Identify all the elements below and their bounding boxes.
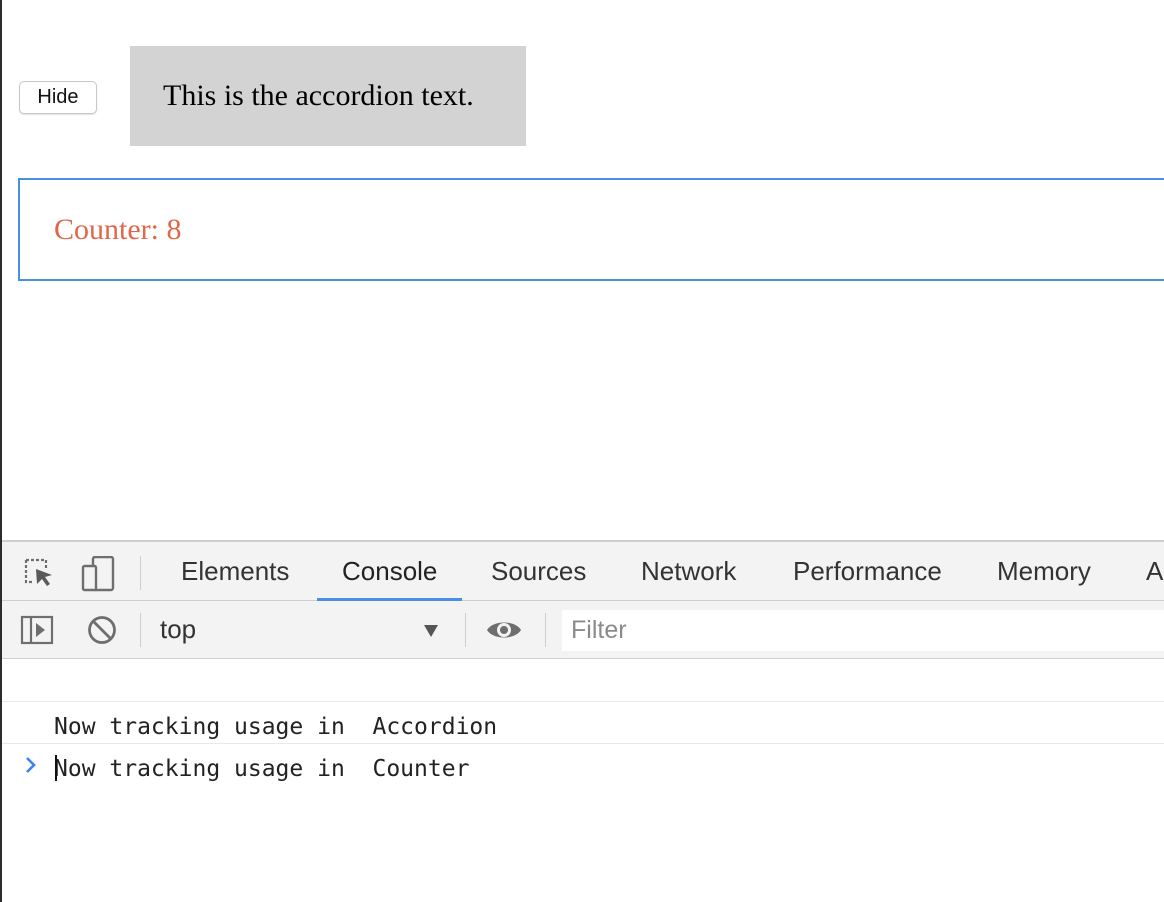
context-selector[interactable]: top (160, 601, 460, 658)
counter-box: Counter: 8 (18, 178, 1164, 281)
show-sidebar-icon[interactable] (20, 613, 54, 647)
context-selector-value: top (160, 614, 197, 644)
tab-performance[interactable]: Performance (793, 542, 942, 601)
device-toolbar-icon[interactable] (81, 555, 115, 592)
inspect-element-icon[interactable] (22, 556, 56, 590)
toolbar-separator (545, 613, 546, 647)
toolbar-separator (140, 556, 141, 590)
console-log-row: Now tracking usage in Accordion (2, 661, 1164, 740)
text-caret (55, 755, 57, 781)
page-viewport: Hide This is the accordion text. Counter… (2, 0, 1164, 540)
toolbar-separator (140, 613, 141, 647)
live-expression-eye-icon[interactable] (486, 613, 521, 647)
toolbar-separator (465, 613, 466, 647)
tab-application[interactable]: Application (1146, 542, 1164, 601)
console-prompt-chevron-icon (23, 750, 39, 785)
console-filter-input[interactable] (562, 610, 1164, 651)
console-log-row: Now tracking usage in Counter (2, 703, 1164, 782)
devtools-panel: Elements Console Sources Network Perform… (2, 540, 1164, 902)
tab-console[interactable]: Console (316, 542, 463, 601)
console-prompt[interactable] (2, 743, 1164, 787)
hide-button[interactable]: Hide (19, 81, 97, 114)
tab-sources[interactable]: Sources (491, 542, 586, 601)
console-output[interactable]: Now tracking usage in Accordion Now trac… (2, 659, 1164, 902)
accordion-panel: This is the accordion text. (130, 46, 526, 146)
browser-page: Hide This is the accordion text. Counter… (0, 0, 1164, 902)
tab-memory[interactable]: Memory (997, 542, 1091, 601)
tab-elements[interactable]: Elements (181, 542, 289, 601)
clear-console-icon[interactable] (85, 613, 119, 647)
console-toolbar: top (2, 601, 1164, 659)
accordion-text: This is the accordion text. (163, 79, 474, 112)
counter-text[interactable]: Counter: 8 (54, 213, 182, 247)
tab-network[interactable]: Network (641, 542, 736, 601)
devtools-tabbar: Elements Console Sources Network Perform… (2, 540, 1164, 601)
